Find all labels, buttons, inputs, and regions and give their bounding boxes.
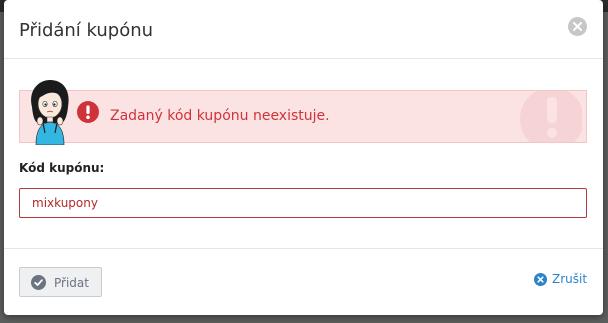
exclamation-watermark-icon [518,91,582,142]
dialog-title: Přidání kupónu [19,20,154,41]
mascot-girl-illustration [31,80,69,145]
close-button[interactable] [568,17,587,36]
add-coupon-button-label: Přidat [54,276,89,290]
cancel-link-label: Zrušit [552,272,588,286]
x-circle-icon [534,273,547,286]
add-coupon-button[interactable]: Přidat [19,267,102,297]
exclamation-circle-icon [77,101,99,123]
coupon-code-input[interactable] [19,188,587,218]
close-icon [573,22,582,31]
dialog-header: Přidání kupónu [4,0,603,59]
footer-divider [4,248,603,249]
add-coupon-dialog: Přidání kupónu Zadaný kód kupónu neexist… [4,0,603,315]
error-message: Zadaný kód kupónu neexistuje. [110,108,330,124]
error-alert: Zadaný kód kupónu neexistuje. [19,90,587,143]
check-circle-icon [31,275,46,290]
coupon-code-label: Kód kupónu: [19,161,105,175]
